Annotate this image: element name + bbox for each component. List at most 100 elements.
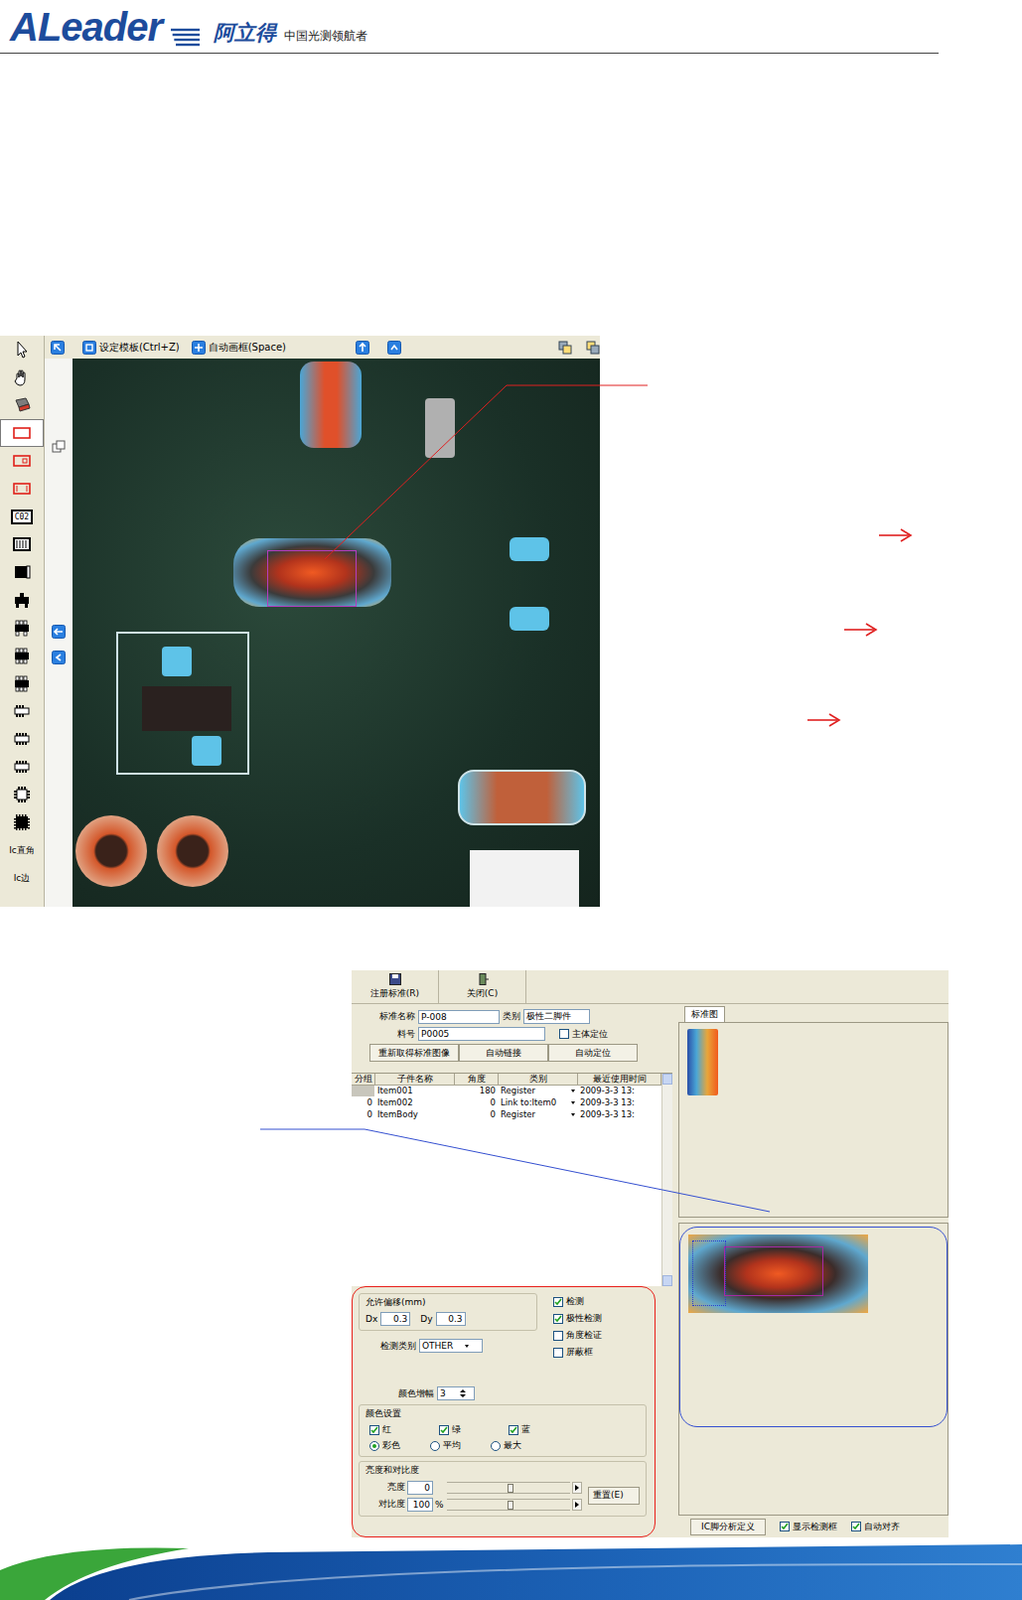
preview-checkbox[interactable]: 显示检测框 (779, 1520, 838, 1534)
tool-button[interactable] (0, 363, 44, 392)
dropdown-icon[interactable] (571, 1089, 576, 1093)
radio-option[interactable]: 平均 (430, 1439, 461, 1453)
toolbar-button[interactable]: 自动画框(Space) (189, 340, 292, 355)
auto-frame-icon[interactable] (191, 340, 206, 355)
channel-checkbox[interactable]: 红 (369, 1423, 410, 1437)
dx-field[interactable]: 0.3 (380, 1312, 411, 1326)
tool-button[interactable] (0, 446, 44, 475)
tool-button[interactable] (0, 725, 44, 753)
action-button[interactable]: 重新取得标准图像 (369, 1043, 459, 1062)
slider-thumb[interactable] (507, 1483, 514, 1493)
preview-tab[interactable]: 标准图 (684, 1006, 726, 1022)
table-row[interactable]: 0ItemBody0Register2009-3-3 13: (351, 1109, 662, 1122)
checkbox[interactable] (438, 1425, 449, 1436)
checkbox[interactable] (369, 1425, 380, 1436)
tool-button[interactable] (0, 391, 44, 420)
close-button[interactable]: 关闭(C) (438, 970, 527, 1004)
part-field[interactable]: P0005 (418, 1026, 546, 1041)
copy-icon[interactable] (558, 340, 573, 355)
slider-value[interactable]: 0 (407, 1480, 434, 1495)
radio-option[interactable]: 彩色 (369, 1439, 401, 1453)
scroll-up-icon[interactable] (662, 1073, 673, 1085)
dropdown-icon[interactable] (571, 1101, 576, 1105)
slider-step[interactable] (572, 1498, 583, 1511)
spinner-icon[interactable] (459, 1388, 466, 1399)
tool-button[interactable] (0, 474, 44, 503)
radio-button[interactable] (430, 1441, 440, 1452)
tool-button[interactable] (0, 808, 44, 837)
tool-button[interactable] (0, 613, 44, 642)
checkbox[interactable] (553, 1297, 564, 1308)
slider-thumb[interactable] (507, 1500, 514, 1510)
table-row[interactable]: 0Item0020Link to:Item02009-3-3 13: (351, 1097, 662, 1110)
tool-button[interactable] (0, 780, 44, 809)
tool-button[interactable]: Ic直角 (0, 836, 44, 865)
radio-option[interactable]: 最大 (490, 1439, 522, 1453)
column-header[interactable]: 角度 (454, 1073, 499, 1086)
arrow-upleft-icon[interactable] (50, 340, 65, 355)
checkbox[interactable] (553, 1330, 564, 1341)
slider-track[interactable] (446, 1498, 571, 1511)
tool-button[interactable] (0, 335, 44, 364)
hand-icon (10, 368, 33, 387)
channel-checkbox[interactable]: 绿 (438, 1423, 479, 1437)
category-field[interactable]: 极性二脚件 (523, 1009, 590, 1024)
tool-button[interactable] (0, 641, 44, 670)
slider-step[interactable] (572, 1481, 583, 1494)
table-row[interactable]: Item001180Register2009-3-3 13: (351, 1085, 662, 1098)
body-locate-checkbox[interactable]: 主体定位 (559, 1027, 608, 1041)
slider-track[interactable] (446, 1481, 571, 1494)
dropdown-icon[interactable] (571, 1113, 576, 1117)
radio-button[interactable] (490, 1441, 501, 1452)
checkbox[interactable] (553, 1347, 564, 1358)
column-header[interactable]: 子件名称 (375, 1073, 455, 1086)
action-button[interactable]: 自动定位 (548, 1043, 638, 1062)
toolbar-button[interactable]: 设定模板(Ctrl+Z) (80, 340, 186, 355)
reset-button[interactable]: 重置(E) (587, 1486, 640, 1505)
window-icon[interactable] (51, 439, 66, 454)
dy-field[interactable]: 0.3 (436, 1312, 466, 1326)
option-checkbox[interactable]: 检测 (553, 1295, 602, 1309)
option-checkbox[interactable]: 角度检证 (553, 1328, 602, 1342)
preview-checkbox[interactable]: 自动对齐 (851, 1520, 900, 1534)
name-field[interactable]: P-008 (418, 1010, 500, 1024)
checkbox[interactable] (508, 1425, 519, 1436)
action-button[interactable]: 自动链接 (458, 1043, 549, 1062)
register-button[interactable]: 注册标准(R) (351, 970, 439, 1004)
tool-button[interactable] (0, 558, 44, 586)
slider-value[interactable]: 100 (407, 1497, 434, 1512)
radio-button[interactable] (369, 1441, 380, 1452)
pin-frame[interactable] (692, 1240, 727, 1307)
tool-button[interactable] (0, 669, 44, 698)
paste-icon[interactable] (585, 340, 600, 355)
tool-button[interactable] (0, 585, 44, 614)
tool-button[interactable]: C02 (0, 502, 44, 531)
tool-button[interactable] (0, 697, 44, 726)
template-icon[interactable] (82, 340, 97, 355)
checkbox[interactable] (553, 1314, 564, 1324)
tool-button[interactable] (0, 752, 44, 781)
arrow-left-icon[interactable] (51, 624, 66, 639)
column-header[interactable]: 最近使用时间 (578, 1073, 662, 1086)
arrow-up-icon[interactable] (355, 340, 370, 355)
body-frame[interactable] (724, 1246, 824, 1297)
dropdown-icon[interactable] (464, 1344, 469, 1348)
ic-pin-button[interactable]: IC脚分析定义 (690, 1518, 766, 1536)
scrollbar[interactable] (661, 1073, 673, 1287)
caret-left-icon[interactable] (51, 650, 66, 665)
caret-up-icon[interactable] (387, 340, 402, 355)
column-header[interactable]: 分组 (351, 1073, 376, 1086)
checkbox[interactable] (779, 1521, 790, 1532)
tool-button[interactable]: Ic边 (0, 864, 44, 892)
tool-button[interactable] (0, 419, 44, 447)
channel-checkbox[interactable]: 蓝 (508, 1423, 549, 1437)
option-checkbox[interactable]: 屏蔽框 (553, 1345, 602, 1359)
gain-spinner[interactable]: 3 (437, 1386, 475, 1401)
option-checkbox[interactable]: 极性检测 (553, 1312, 602, 1325)
column-header[interactable]: 类别 (498, 1073, 579, 1086)
scroll-down-icon[interactable] (662, 1275, 673, 1287)
detect-type-select[interactable]: OTHER (419, 1338, 483, 1353)
checkbox[interactable] (559, 1028, 570, 1039)
tool-button[interactable] (0, 530, 44, 559)
checkbox[interactable] (851, 1521, 862, 1532)
